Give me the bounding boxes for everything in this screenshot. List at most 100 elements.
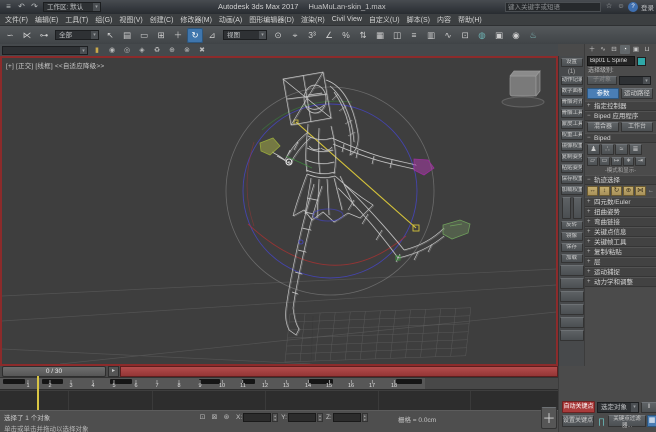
display-tab-icon[interactable]: ▣: [631, 45, 641, 54]
toolbar2-icon-6[interactable]: ⊕: [165, 45, 179, 55]
auto-key-button[interactable]: 自动关键点: [562, 401, 595, 413]
side-wide-button[interactable]: [560, 330, 584, 341]
timeline-key[interactable]: [199, 379, 220, 384]
body-vertical-icon[interactable]: ↕: [599, 186, 610, 196]
object-color-swatch[interactable]: [637, 57, 646, 66]
side-mid-button[interactable]: 保存: [561, 243, 583, 252]
workbench-button[interactable]: 工作台: [621, 122, 653, 132]
select-and-manipulate-icon[interactable]: ⌖: [287, 28, 303, 43]
timeline-key[interactable]: [396, 379, 422, 384]
redo-icon[interactable]: ↷: [29, 2, 40, 13]
create-tab-icon[interactable]: ＋: [587, 45, 597, 54]
absolute-relative-icon[interactable]: ⊛: [222, 413, 231, 422]
side-wide-button[interactable]: [560, 304, 584, 315]
sub-object-dropdown[interactable]: [619, 76, 651, 85]
selection-lock-icon[interactable]: ⊠: [210, 413, 219, 422]
side-tool-button[interactable]: 加载权重: [561, 186, 583, 195]
select-and-link-icon[interactable]: ∽: [2, 28, 18, 43]
track-bar-extension[interactable]: [0, 390, 558, 410]
mixer-mode-icon[interactable]: ≣: [629, 144, 642, 155]
symmetry-track-icon[interactable]: ⋈: [635, 186, 646, 196]
curve-editor-icon[interactable]: ∿: [440, 28, 456, 43]
side-tall-button-2[interactable]: [573, 197, 582, 219]
menu-item[interactable]: 图形编辑器(D): [249, 15, 294, 25]
lock-com-keying-icon[interactable]: ⊕: [623, 186, 634, 196]
time-slider-handle[interactable]: 0 / 30: [2, 366, 106, 377]
menu-item[interactable]: 渲染(R): [301, 15, 325, 25]
side-mid-button[interactable]: 反转: [561, 221, 583, 230]
rollout-header[interactable]: 动力学和调整: [585, 277, 656, 287]
menu-item[interactable]: 视图(V): [119, 15, 142, 25]
menu-item[interactable]: 帮助(H): [458, 15, 482, 25]
side-tool-button[interactable]: 蒙皮工具: [561, 120, 583, 129]
rollout-header[interactable]: 关键帧工具: [585, 237, 656, 247]
toolbar2-icon-4[interactable]: ◈: [135, 45, 149, 55]
y-spinner[interactable]: [317, 413, 323, 422]
next-frame-button[interactable]: [108, 366, 119, 377]
toolbar2-icon-3[interactable]: ◎: [120, 45, 134, 55]
z-coordinate-field[interactable]: [333, 413, 361, 422]
key-filters-button[interactable]: 关键点过滤器...: [608, 415, 646, 427]
help-icon[interactable]: ?: [628, 2, 638, 12]
percent-snap-icon[interactable]: %: [338, 28, 354, 43]
figure-mode-icon[interactable]: ♟: [587, 144, 600, 155]
rollout-track-selection[interactable]: 轨迹选择: [585, 175, 656, 185]
large-plus-button[interactable]: ＋: [541, 407, 557, 429]
mini-curve-editor-icon[interactable]: ▦: [647, 415, 656, 427]
side-wide-button[interactable]: [560, 278, 584, 289]
timeline-key[interactable]: [3, 379, 25, 384]
menu-item[interactable]: Civil View: [332, 16, 362, 23]
favorites-icon[interactable]: ☆: [604, 2, 614, 12]
material-editor-icon[interactable]: ◍: [474, 28, 490, 43]
timeline-key[interactable]: [42, 379, 63, 384]
side-wide-button[interactable]: [560, 317, 584, 328]
side-tool-button[interactable]: 骨骼对齐: [561, 98, 583, 107]
align-icon[interactable]: ≡: [406, 28, 422, 43]
reference-coordinate-dropdown[interactable]: 视图: [223, 30, 267, 40]
use-pivot-center-icon[interactable]: ⊙: [270, 28, 286, 43]
object-name-field[interactable]: [587, 56, 635, 66]
motion-tab-icon[interactable]: ◔: [620, 45, 630, 54]
body-rotation-icon[interactable]: ↻: [611, 186, 622, 196]
render-production-icon[interactable]: ♨: [525, 28, 541, 43]
secondary-toolbar-dropdown[interactable]: [2, 46, 88, 55]
utilities-tab-icon[interactable]: ⊔: [642, 45, 652, 54]
select-object-icon[interactable]: ↖: [102, 28, 118, 43]
menu-item[interactable]: 文件(F): [5, 15, 28, 25]
undo-icon[interactable]: ↶: [16, 2, 27, 13]
side-tool-button[interactable]: 动作记录: [561, 76, 583, 85]
side-tall-button-1[interactable]: [562, 197, 571, 219]
x-coordinate-field[interactable]: [243, 413, 271, 422]
render-setup-icon[interactable]: ▣: [491, 28, 507, 43]
menu-item[interactable]: 编辑(E): [35, 15, 58, 25]
workspace-dropdown[interactable]: 工作区: 默认: [43, 2, 101, 12]
footstep-mode-icon[interactable]: ∴: [601, 144, 614, 155]
rollout-header[interactable]: 弯曲链接: [585, 217, 656, 227]
mixer-button[interactable]: 混合器: [587, 122, 619, 132]
spinner-snap-icon[interactable]: ⇅: [355, 28, 371, 43]
rollout-header[interactable]: 四元数/Euler: [585, 197, 656, 207]
biped-tool-icon-5[interactable]: ⇥: [635, 157, 646, 166]
side-tool-button[interactable]: 镜像权重: [561, 142, 583, 151]
selection-filter-dropdown[interactable]: 全部: [55, 30, 99, 40]
side-mid-button[interactable]: 镜像: [561, 232, 583, 241]
z-spinner[interactable]: [362, 413, 368, 422]
track-bar[interactable]: 123456789101112131415161718: [0, 377, 558, 390]
toolbar2-icon-1[interactable]: ▮: [90, 45, 104, 55]
side-tool-button[interactable]: 粘贴姿势: [561, 164, 583, 173]
parameters-button[interactable]: 参数: [587, 88, 619, 99]
toolbar2-icon-8[interactable]: ✖: [195, 45, 209, 55]
modes-display-separator[interactable]: -模式和显示-: [585, 167, 656, 175]
side-mid-button[interactable]: 加载: [561, 254, 583, 263]
rollout-header[interactable]: 运动捕捉: [585, 267, 656, 277]
rendered-frame-icon[interactable]: ◉: [508, 28, 524, 43]
user-icon[interactable]: ☺: [616, 2, 626, 12]
selected-object-dropdown[interactable]: 选定对象: [597, 402, 639, 413]
menu-item[interactable]: 动画(A): [219, 15, 242, 25]
side-tool-button[interactable]: 权重工具: [561, 131, 583, 140]
view-cube[interactable]: [502, 71, 544, 107]
select-and-move-icon[interactable]: ＋: [170, 28, 186, 43]
motion-paths-button[interactable]: 运动路径: [621, 88, 653, 99]
time-cursor[interactable]: [37, 376, 39, 410]
modify-tab-icon[interactable]: ∿: [598, 45, 608, 54]
